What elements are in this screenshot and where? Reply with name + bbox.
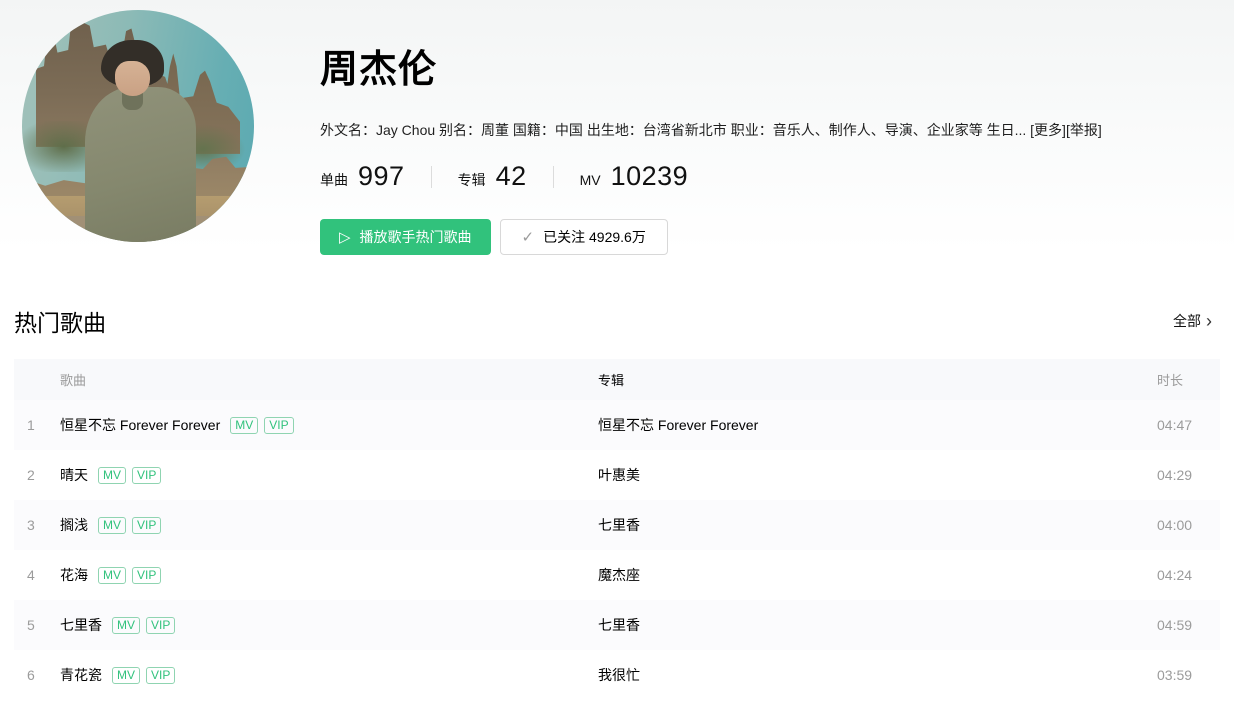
stat-albums-value: 42: [496, 161, 527, 192]
song-cell: 青花瓷 MV VIP: [60, 665, 598, 685]
stat-singles: 单曲 997: [320, 161, 405, 192]
song-badges: MV VIP: [98, 567, 167, 584]
artist-bio-text: 外文名：Jay Chou 别名：周董 国籍：中国 出生地：台湾省新北市 职业：音…: [320, 122, 1026, 138]
song-title[interactable]: 花海: [60, 565, 88, 585]
song-duration: 04:29: [1157, 467, 1220, 483]
stat-singles-label: 单曲: [320, 170, 348, 190]
song-index: 3: [14, 517, 60, 533]
check-icon: ✓: [522, 230, 535, 245]
song-album[interactable]: 魔杰座: [598, 565, 1157, 585]
artist-hero: 周杰伦 外文名：Jay Chou 别名：周董 国籍：中国 出生地：台湾省新北市 …: [0, 0, 1234, 252]
song-album[interactable]: 我很忙: [598, 665, 1157, 685]
view-all-label: 全部: [1173, 311, 1201, 331]
report-link[interactable]: [举报]: [1066, 122, 1102, 138]
stat-divider: [431, 166, 432, 188]
column-duration: 时长: [1157, 370, 1220, 389]
stat-albums-label: 专辑: [458, 170, 486, 190]
section-title: 热门歌曲: [14, 304, 106, 338]
song-title[interactable]: 搁浅: [60, 515, 88, 535]
song-index: 2: [14, 467, 60, 483]
vip-badge[interactable]: VIP: [146, 667, 175, 684]
artist-name: 周杰伦: [320, 38, 1214, 93]
artist-photo-face: [115, 61, 150, 96]
song-row[interactable]: 5 七里香 MV VIP 七里香 04:59: [14, 600, 1220, 650]
stat-mv-label: MV: [580, 172, 601, 188]
hot-songs-section: 热门歌曲 全部 › 歌曲 专辑 时长 1 恒星不忘 Forever Foreve…: [0, 304, 1234, 700]
song-album[interactable]: 七里香: [598, 515, 1157, 535]
stat-divider: [553, 166, 554, 188]
song-cell: 晴天 MV VIP: [60, 465, 598, 485]
song-cell: 搁浅 MV VIP: [60, 515, 598, 535]
mv-badge[interactable]: MV: [112, 617, 140, 634]
play-icon: ▷: [339, 230, 351, 245]
followed-button[interactable]: ✓ 已关注 4929.6万: [500, 219, 668, 255]
follow-button-label: 已关注 4929.6万: [543, 227, 646, 247]
vip-badge[interactable]: VIP: [132, 517, 161, 534]
song-title[interactable]: 恒星不忘 Forever Forever: [60, 415, 220, 435]
song-title[interactable]: 青花瓷: [60, 665, 102, 685]
song-badges: MV VIP: [98, 467, 167, 484]
song-duration: 03:59: [1157, 667, 1220, 683]
artist-stats: 单曲 997 专辑 42 MV 10239: [320, 161, 1214, 192]
hot-songs-table: 歌曲 专辑 时长 1 恒星不忘 Forever Forever MV VIP 恒星…: [14, 359, 1220, 700]
vip-badge[interactable]: VIP: [132, 467, 161, 484]
song-index: 6: [14, 667, 60, 683]
more-link[interactable]: [更多]: [1030, 122, 1066, 138]
vip-badge[interactable]: VIP: [132, 567, 161, 584]
vip-badge[interactable]: VIP: [264, 417, 293, 434]
stat-mv: MV 10239: [580, 161, 689, 192]
stat-albums: 专辑 42: [458, 161, 527, 192]
song-badges: MV VIP: [230, 417, 299, 434]
mv-badge[interactable]: MV: [112, 667, 140, 684]
artist-actions: ▷ 播放歌手热门歌曲 ✓ 已关注 4929.6万: [320, 219, 1214, 255]
song-duration: 04:59: [1157, 617, 1220, 633]
song-row[interactable]: 4 花海 MV VIP 魔杰座 04:24: [14, 550, 1220, 600]
song-cell: 七里香 MV VIP: [60, 615, 598, 635]
song-album[interactable]: 恒星不忘 Forever Forever: [598, 415, 1157, 435]
song-index: 5: [14, 617, 60, 633]
song-duration: 04:00: [1157, 517, 1220, 533]
song-row[interactable]: 3 搁浅 MV VIP 七里香 04:00: [14, 500, 1220, 550]
mv-badge[interactable]: MV: [98, 567, 126, 584]
column-song: 歌曲: [60, 370, 598, 389]
song-badges: MV VIP: [112, 617, 181, 634]
artist-page: 周杰伦 外文名：Jay Chou 别名：周董 国籍：中国 出生地：台湾省新北市 …: [0, 0, 1234, 706]
artist-photo-body: [85, 87, 196, 242]
stat-singles-value: 997: [358, 161, 405, 192]
song-row[interactable]: 2 晴天 MV VIP 叶惠美 04:29: [14, 450, 1220, 500]
view-all-link[interactable]: 全部 ›: [1173, 311, 1212, 331]
hot-songs-header: 热门歌曲 全部 ›: [14, 304, 1220, 338]
column-album: 专辑: [598, 370, 1157, 389]
song-rows: 1 恒星不忘 Forever Forever MV VIP 恒星不忘 Foreve…: [14, 400, 1220, 700]
mv-badge[interactable]: MV: [98, 467, 126, 484]
song-duration: 04:47: [1157, 417, 1220, 433]
song-cell: 恒星不忘 Forever Forever MV VIP: [60, 415, 598, 435]
artist-info: 周杰伦 外文名：Jay Chou 别名：周董 国籍：中国 出生地：台湾省新北市 …: [254, 10, 1234, 252]
artist-avatar[interactable]: [22, 10, 254, 242]
song-index: 1: [14, 417, 60, 433]
song-title[interactable]: 七里香: [60, 615, 102, 635]
artist-bio: 外文名：Jay Chou 别名：周董 国籍：中国 出生地：台湾省新北市 职业：音…: [320, 120, 1214, 140]
song-duration: 04:24: [1157, 567, 1220, 583]
song-row[interactable]: 6 青花瓷 MV VIP 我很忙 03:59: [14, 650, 1220, 700]
song-row[interactable]: 1 恒星不忘 Forever Forever MV VIP 恒星不忘 Foreve…: [14, 400, 1220, 450]
song-cell: 花海 MV VIP: [60, 565, 598, 585]
vip-badge[interactable]: VIP: [146, 617, 175, 634]
song-badges: MV VIP: [112, 667, 181, 684]
song-album[interactable]: 七里香: [598, 615, 1157, 635]
chevron-right-icon: ›: [1206, 312, 1212, 330]
song-album[interactable]: 叶惠美: [598, 465, 1157, 485]
mv-badge[interactable]: MV: [230, 417, 258, 434]
table-header-row: 歌曲 专辑 时长: [14, 359, 1220, 400]
song-title[interactable]: 晴天: [60, 465, 88, 485]
song-index: 4: [14, 567, 60, 583]
play-hot-songs-button[interactable]: ▷ 播放歌手热门歌曲: [320, 219, 491, 255]
play-button-label: 播放歌手热门歌曲: [360, 227, 472, 247]
mv-badge[interactable]: MV: [98, 517, 126, 534]
stat-mv-value: 10239: [611, 161, 689, 192]
song-badges: MV VIP: [98, 517, 167, 534]
